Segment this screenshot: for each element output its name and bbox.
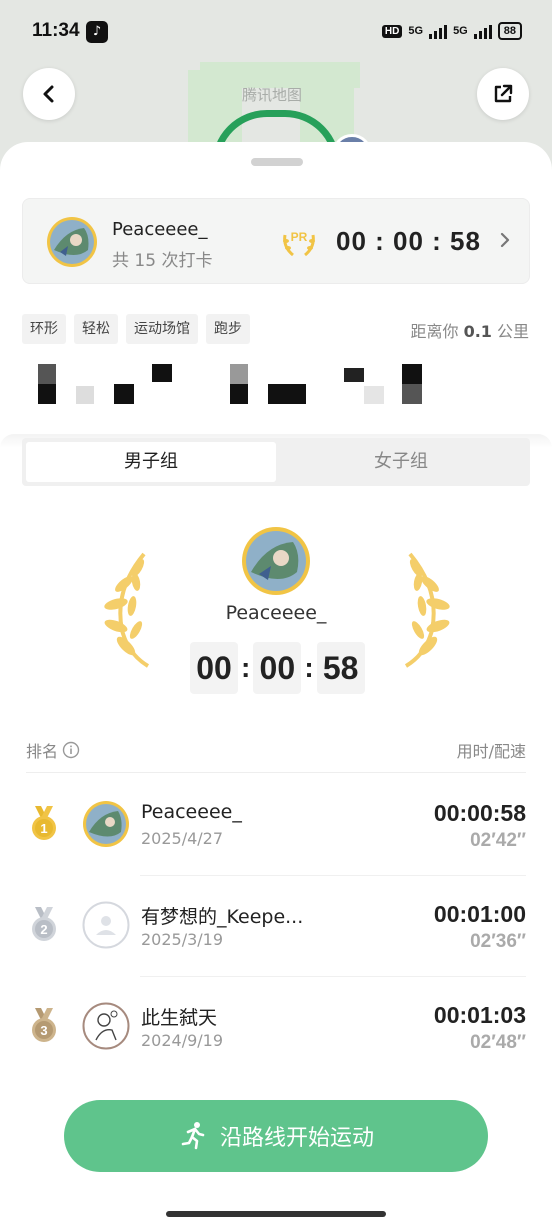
medal-rank: 2	[40, 922, 47, 937]
champion-name: Peaceeee_	[225, 602, 327, 624]
medal-rank: 1	[40, 821, 47, 836]
tag: 环形	[22, 314, 66, 344]
distance-info: 距离你 0.1 公里	[410, 318, 529, 342]
battery-icon: 88	[497, 22, 522, 40]
rank-label: 排名	[26, 742, 59, 761]
pr-laurel-icon: PR	[283, 230, 315, 257]
clock: 11:34	[32, 20, 80, 41]
best-time: 00 : 00 : 58	[336, 226, 481, 256]
user-avatar	[47, 217, 97, 267]
row-date: 2025/3/19	[141, 930, 224, 949]
medal-rank: 3	[40, 1023, 47, 1038]
bronze-medal-icon: 3	[32, 1008, 56, 1042]
drag-handle[interactable]	[251, 158, 303, 166]
user-avatar	[82, 1002, 130, 1050]
row-date: 2025/4/27	[141, 829, 224, 848]
distance-value: 0.1	[463, 322, 492, 341]
time-pace-label: 用时/配速	[456, 742, 526, 761]
default-avatar-icon	[82, 901, 130, 949]
status-bar: 11:34 ♪ HD 5G 5G 88	[0, 0, 552, 64]
row-pace: 02′42″	[470, 830, 526, 851]
time-hours: 00	[190, 642, 238, 694]
leaderboard-header: 排名 用时/配速	[26, 738, 526, 762]
back-button[interactable]	[23, 68, 75, 120]
time-separator: :	[304, 652, 314, 683]
start-button-label: 沿路线开始运动	[219, 1126, 374, 1151]
signal-icon	[473, 23, 492, 39]
champion-time: 00 : 00 : 58	[190, 642, 365, 694]
share-button[interactable]	[477, 68, 529, 120]
gold-medal-icon: 1	[32, 806, 56, 840]
tag: 运动场馆	[126, 314, 198, 344]
divider	[140, 976, 526, 977]
start-route-button[interactable]: 沿路线开始运动	[64, 1100, 488, 1172]
row-pace: 02′48″	[470, 1032, 526, 1053]
user-avatar	[83, 801, 129, 847]
divider	[140, 875, 526, 876]
share-icon	[494, 84, 513, 103]
tiktok-icon: ♪	[86, 21, 108, 43]
time-minutes: 00	[253, 642, 302, 694]
rank-header[interactable]: 排名	[26, 738, 80, 762]
chevron-left-icon	[43, 85, 54, 103]
bottom-sheet: Peaceeee_ 共 15 次打卡 PR 00 : 00 : 58 环形 轻松…	[0, 142, 552, 1226]
distance-suffix: 公里	[491, 322, 529, 341]
home-indicator[interactable]	[166, 1211, 386, 1217]
checkin-count: 共 15 次打卡	[112, 251, 213, 271]
redacted-address	[22, 360, 530, 408]
row-time: 00:00:58	[433, 800, 526, 826]
row-pace: 02′36″	[470, 931, 526, 952]
time-seconds: 58	[316, 642, 365, 694]
row-time: 00:01:00	[433, 901, 526, 927]
pr-badge-text: PR	[291, 230, 308, 244]
leaderboard-row[interactable]: 1 Peaceeee_ 2025/4/27 00:00:58 02′42″	[26, 776, 526, 876]
row-username: 此生弑天	[141, 1007, 218, 1029]
info-icon[interactable]	[62, 741, 80, 759]
distance-prefix: 距离你	[410, 322, 464, 341]
username: Peaceeee_	[112, 219, 208, 240]
route-tags: 环形 轻松 运动场馆 跑步	[22, 314, 250, 344]
running-icon	[181, 1122, 205, 1150]
personal-record-card[interactable]: Peaceeee_ 共 15 次打卡 PR 00 : 00 : 58	[22, 198, 530, 284]
row-date: 2024/9/19	[141, 1031, 224, 1050]
divider	[26, 772, 526, 773]
hd-icon: HD	[381, 24, 403, 38]
time-separator: :	[241, 652, 251, 683]
gender-segment-control: 男子组 女子组	[22, 438, 530, 486]
map-provider-label: 腾讯地图	[242, 86, 303, 104]
champion-avatar[interactable]	[241, 526, 311, 596]
tag: 跑步	[206, 314, 250, 344]
network-label: 5G	[453, 25, 468, 37]
silver-medal-icon: 2	[32, 907, 56, 941]
row-username: 有梦想的_Keepe...	[141, 906, 304, 928]
signal-icon	[429, 23, 448, 39]
network-label: 5G	[408, 25, 424, 37]
chevron-right-icon	[500, 232, 510, 248]
tab-male[interactable]: 男子组	[26, 442, 276, 482]
leaderboard-row[interactable]: 2 有梦想的_Keepe... 2025/3/19 00:01:00 02′36…	[26, 877, 526, 977]
leaderboard-row[interactable]: 3 此生弑天 2024/9/19 00:01:03 02′48″	[26, 978, 526, 1078]
system-icons: HD 5G 5G 88	[381, 22, 522, 40]
champion-section: Peaceeee_ 00 : 00 : 58	[0, 520, 552, 720]
row-username: Peaceeee_	[141, 801, 242, 823]
row-time: 00:01:03	[433, 1002, 526, 1028]
tab-female[interactable]: 女子组	[276, 442, 526, 482]
tag: 轻松	[74, 314, 118, 344]
